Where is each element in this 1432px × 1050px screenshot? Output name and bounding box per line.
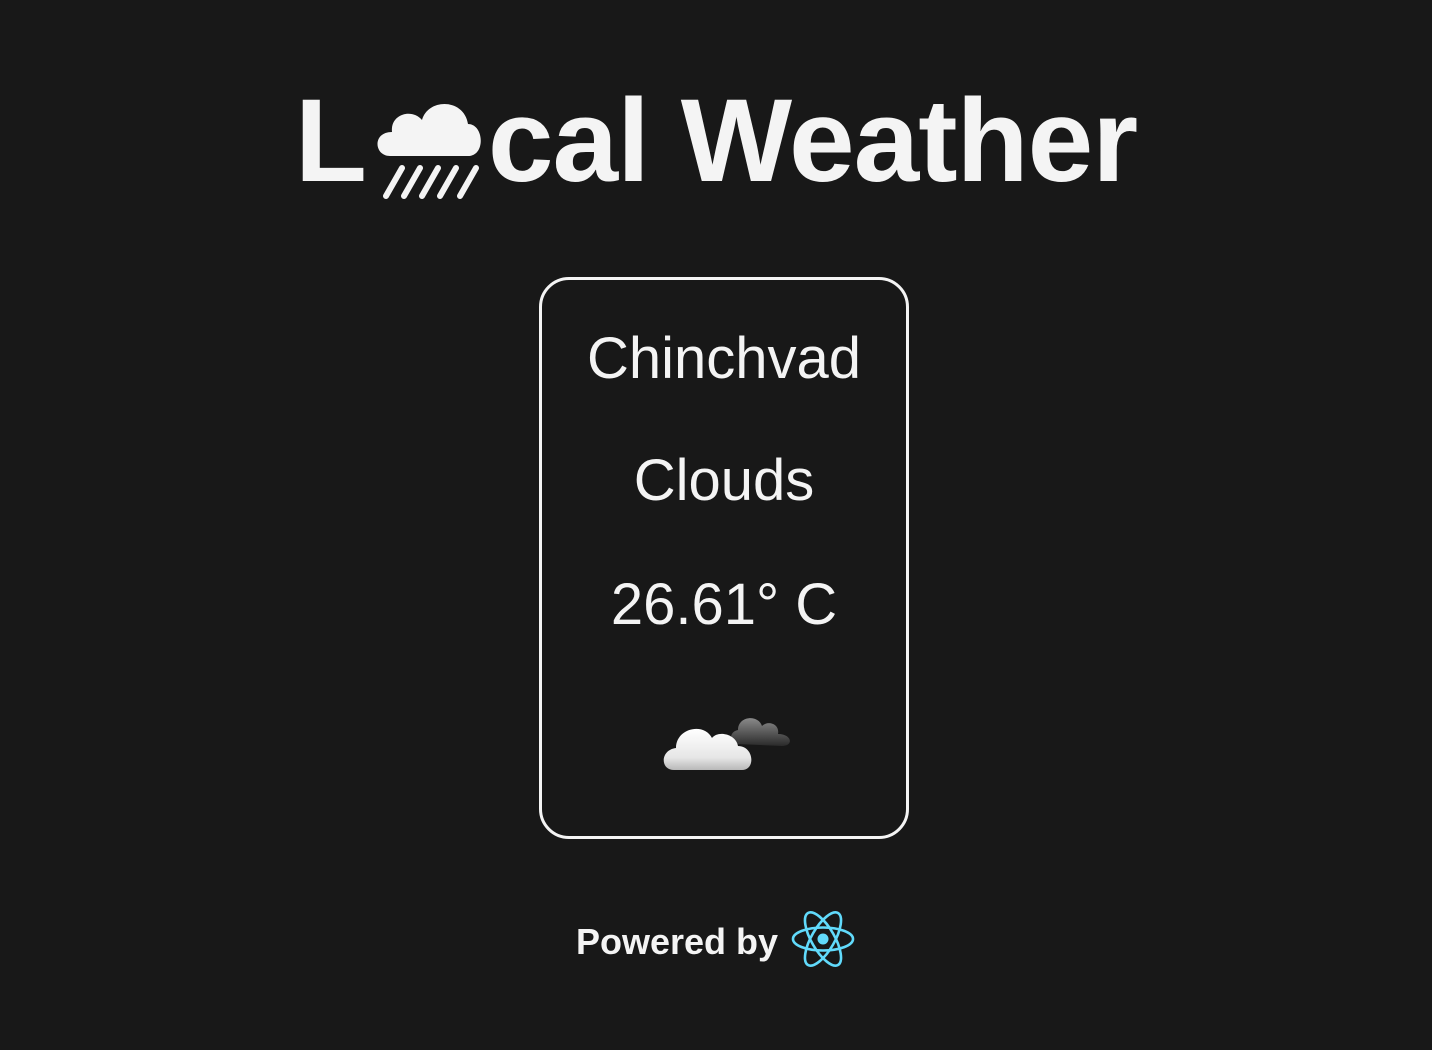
powered-by-label: Powered by — [575, 920, 779, 962]
city-name: Chinchvad — [586, 326, 862, 391]
weather-condition: Clouds — [633, 448, 815, 513]
title-suffix: cal Weather — [487, 75, 1138, 207]
clouds-icon — [660, 704, 800, 785]
title-prefix: L — [294, 75, 367, 207]
temperature: 26.61° C — [610, 572, 838, 637]
react-logo-icon[interactable] — [790, 908, 856, 975]
cloud-rain-icon — [368, 78, 486, 200]
app-title: L cal Weather — [0, 66, 1432, 200]
app-title-text: L cal Weather — [294, 75, 1138, 207]
weather-card: Chinchvad Clouds 26.61° C — [539, 277, 909, 839]
footer: Powered by — [0, 908, 1432, 975]
